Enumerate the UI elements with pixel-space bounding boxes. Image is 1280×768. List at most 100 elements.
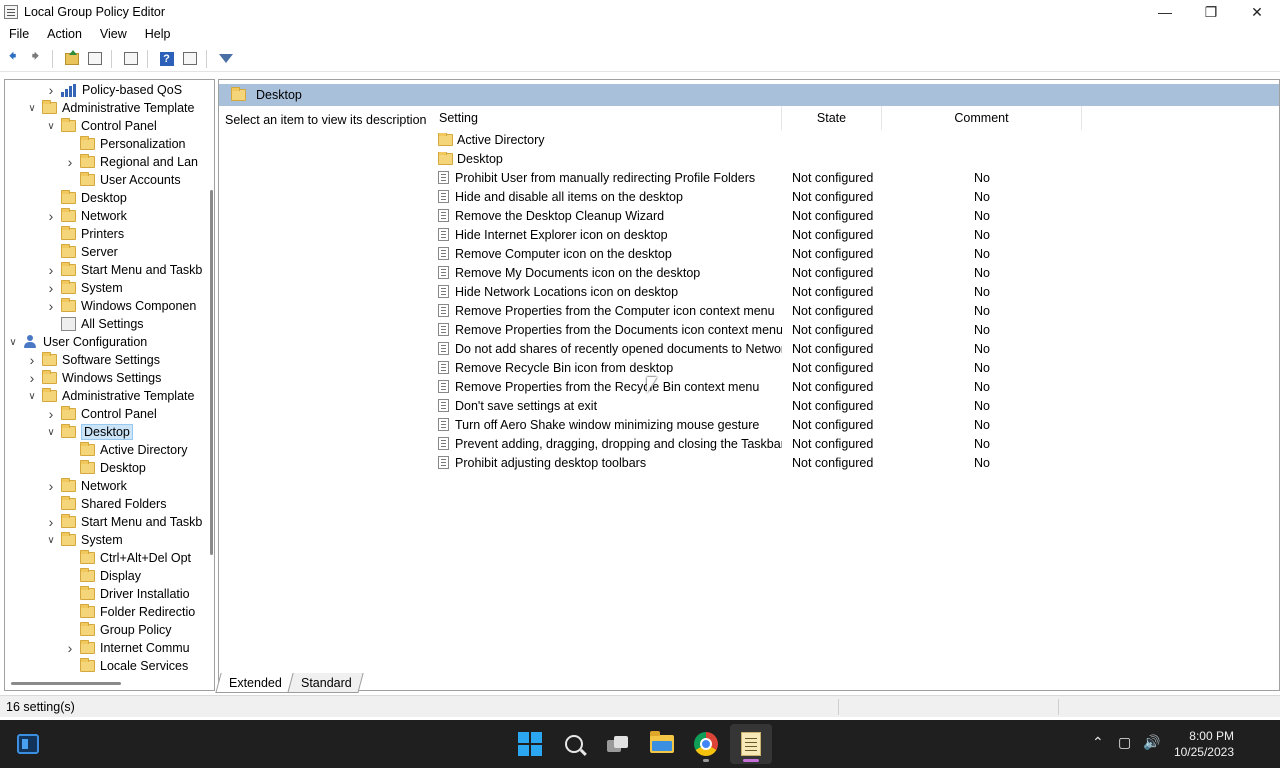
start-button[interactable] [514, 728, 546, 760]
policy-row[interactable]: Remove Computer icon on the desktop Not c… [426, 244, 1279, 263]
chevron-right-icon[interactable]: › [26, 352, 38, 368]
volume-icon[interactable]: 🔊 [1143, 734, 1160, 751]
chevron-right-icon[interactable]: › [45, 280, 57, 296]
network-icon[interactable]: ▢ [1118, 734, 1131, 751]
tree-item[interactable]: Personalization [64, 135, 185, 153]
group-policy-editor-button[interactable] [735, 728, 767, 760]
tree-item[interactable]: Desktop [64, 459, 146, 477]
chevron-down-icon[interactable]: ∨ [45, 426, 57, 438]
clock[interactable]: 8:00 PM 10/25/2023 [1174, 728, 1234, 760]
tree-item[interactable]: User Accounts [64, 171, 181, 189]
tree-horizontal-scrollbar[interactable] [11, 682, 121, 685]
show-hide-action-pane-button[interactable] [179, 49, 200, 69]
policy-row[interactable]: Do not add shares of recently opened doc… [426, 339, 1279, 358]
menu-file[interactable]: File [0, 27, 38, 41]
chevron-down-icon[interactable]: ∨ [26, 390, 38, 402]
tree-item[interactable]: Locale Services [64, 657, 188, 675]
tree-item[interactable]: ∨ Desktop [45, 423, 133, 441]
policy-row[interactable]: Prevent adding, dragging, dropping and c… [426, 434, 1279, 453]
tree-item[interactable]: › Software Settings [26, 351, 160, 369]
policy-row[interactable]: Prohibit User from manually redirecting … [426, 168, 1279, 187]
tree-item[interactable]: › Policy-based QoS [45, 81, 182, 99]
tree-item[interactable]: ∨ Control Panel [45, 117, 157, 135]
tree-item[interactable]: › Windows Componen [45, 297, 196, 315]
policy-row[interactable]: Hide Internet Explorer icon on desktop No… [426, 225, 1279, 244]
back-button[interactable]: 🠸 [2, 48, 23, 69]
chevron-down-icon[interactable]: ∨ [26, 102, 38, 114]
chevron-right-icon[interactable]: › [26, 370, 38, 386]
policy-row[interactable]: Remove My Documents icon on the desktop N… [426, 263, 1279, 282]
tree-item[interactable]: Folder Redirectio [64, 603, 195, 621]
policy-row[interactable]: Hide and disable all items on the deskto… [426, 187, 1279, 206]
export-list-button[interactable] [120, 49, 141, 69]
policy-row[interactable]: Hide Network Locations icon on desktop No… [426, 282, 1279, 301]
tree-item[interactable]: ∨ Administrative Template [26, 99, 194, 117]
tree-item[interactable]: All Settings [45, 315, 144, 333]
policy-row[interactable]: Remove Recycle Bin icon from desktop Not … [426, 358, 1279, 377]
tree-item[interactable]: › System [45, 279, 123, 297]
tree-item[interactable]: ∨ User Configuration [7, 333, 147, 351]
tree-item[interactable]: Printers [45, 225, 124, 243]
scrollbar-thumb[interactable] [210, 190, 213, 555]
chevron-right-icon[interactable]: › [45, 514, 57, 530]
menu-action[interactable]: Action [38, 27, 91, 41]
minimize-button[interactable]: — [1142, 0, 1188, 24]
tree-vertical-scrollbar[interactable] [208, 80, 214, 690]
chevron-down-icon[interactable]: ∨ [45, 534, 57, 546]
task-view-button[interactable] [602, 728, 634, 760]
policy-row[interactable]: Turn off Aero Shake window minimizing mo… [426, 415, 1279, 434]
maximize-button[interactable]: ❐ [1188, 0, 1234, 24]
tree-item[interactable]: › Internet Commu [64, 639, 190, 657]
help-button[interactable]: ? [156, 49, 177, 69]
show-hidden-icons-button[interactable]: ⌃ [1092, 734, 1104, 751]
tree-item[interactable]: › Control Panel [45, 405, 157, 423]
console-tree[interactable]: › Policy-based QoS ∨ Administrative Templat… [4, 79, 215, 691]
menu-help[interactable]: Help [136, 27, 180, 41]
tree-item[interactable]: › Start Menu and Taskb [45, 513, 202, 531]
chevron-right-icon[interactable]: › [45, 298, 57, 314]
policy-row[interactable]: Remove the Desktop Cleanup Wizard Not con… [426, 206, 1279, 225]
tree-item[interactable]: ∨ Administrative Template [26, 387, 194, 405]
chevron-right-icon[interactable]: › [45, 478, 57, 494]
menu-view[interactable]: View [91, 27, 136, 41]
column-header-state[interactable]: State [782, 106, 882, 130]
widgets-button[interactable] [12, 728, 44, 760]
tab-extended[interactable]: Extended [215, 673, 294, 693]
file-explorer-button[interactable] [646, 728, 678, 760]
show-hide-console-tree-button[interactable] [84, 49, 105, 69]
tree-item[interactable]: Server [45, 243, 118, 261]
tree-item[interactable]: Desktop [45, 189, 127, 207]
chevron-right-icon[interactable]: › [64, 154, 76, 170]
tree-item[interactable]: Display [64, 567, 141, 585]
tree-item[interactable]: Active Directory [64, 441, 188, 459]
tree-item[interactable]: › Network [45, 207, 127, 225]
tree-item[interactable]: › Windows Settings [26, 369, 161, 387]
chevron-right-icon[interactable]: › [45, 82, 57, 98]
tree-item[interactable]: Shared Folders [45, 495, 166, 513]
policy-row[interactable]: Remove Properties from the Computer icon… [426, 301, 1279, 320]
chevron-right-icon[interactable]: › [45, 406, 57, 422]
column-header-setting[interactable]: Setting [426, 106, 782, 130]
policy-row[interactable]: Prohibit adjusting desktop toolbars Not c… [426, 453, 1279, 472]
chevron-right-icon[interactable]: › [64, 640, 76, 656]
tree-item[interactable]: Ctrl+Alt+Del Opt [64, 549, 191, 567]
folder-row[interactable]: Active Directory [426, 130, 1279, 149]
filter-options-button[interactable] [215, 49, 236, 69]
policy-row[interactable]: Remove Properties from the Recycle Bin c… [426, 377, 1279, 396]
tree-item[interactable]: › Network [45, 477, 127, 495]
tree-item[interactable]: › Regional and Lan [64, 153, 198, 171]
chevron-down-icon[interactable]: ∨ [45, 120, 57, 132]
close-button[interactable]: ✕ [1234, 0, 1280, 24]
folder-row[interactable]: Desktop [426, 149, 1279, 168]
tree-item[interactable]: ∨ System [45, 531, 123, 549]
tab-standard[interactable]: Standard [287, 673, 364, 693]
search-button[interactable] [558, 728, 590, 760]
policy-row[interactable]: Remove Properties from the Documents ico… [426, 320, 1279, 339]
chevron-down-icon[interactable]: ∨ [7, 336, 19, 348]
forward-button[interactable]: 🠺 [25, 48, 46, 69]
column-header-comment[interactable]: Comment [882, 106, 1082, 130]
chevron-right-icon[interactable]: › [45, 208, 57, 224]
tree-item[interactable]: Driver Installatio [64, 585, 190, 603]
policy-row[interactable]: Don't save settings at exit Not configure… [426, 396, 1279, 415]
tree-item[interactable]: › Start Menu and Taskb [45, 261, 202, 279]
